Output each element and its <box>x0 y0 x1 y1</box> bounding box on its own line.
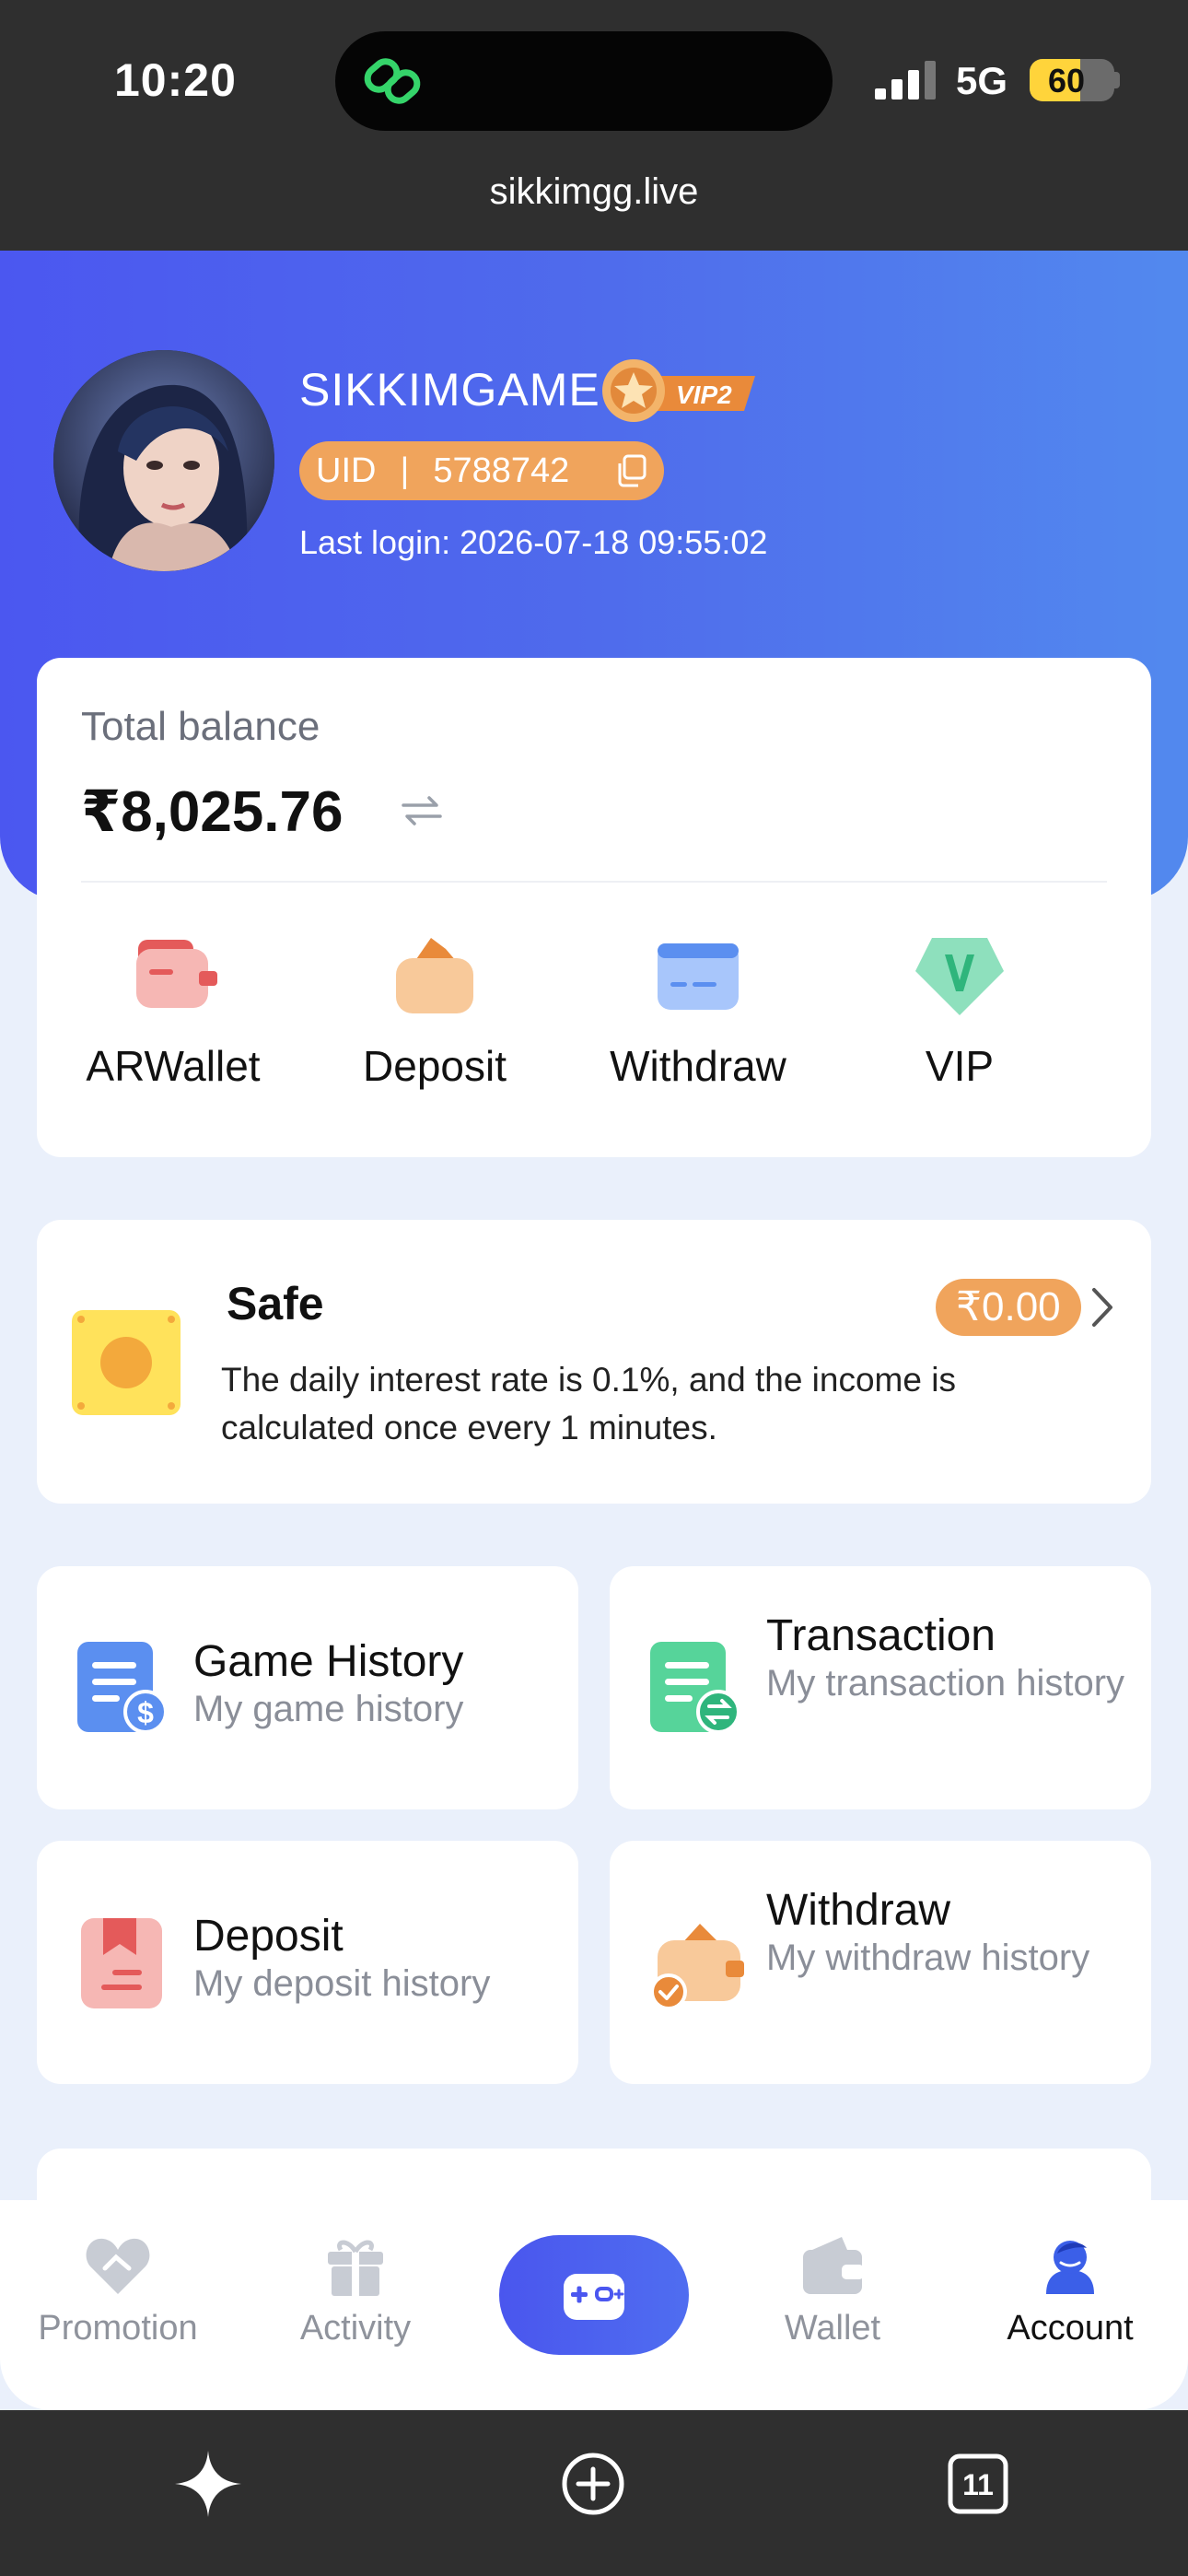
nav-account[interactable]: Account <box>960 2233 1181 2348</box>
dynamic-island <box>335 31 833 131</box>
withdraw-history-card[interactable]: Withdraw My withdraw history <box>610 1841 1151 2084</box>
balance-divider <box>81 881 1107 883</box>
quick-action-withdraw[interactable]: Withdraw <box>569 934 827 1091</box>
uid-label: UID <box>316 451 377 490</box>
quick-action-vip[interactable]: VIP <box>831 934 1089 1091</box>
gamepad-icon <box>564 2274 624 2320</box>
transaction-history-title: Transaction <box>766 1611 996 1660</box>
quick-action-arwallet[interactable]: ARWallet <box>44 934 302 1091</box>
deposit-icon <box>396 938 473 1013</box>
sparkle-icon[interactable] <box>171 2447 245 2521</box>
withdraw-history-icon <box>650 1924 744 2010</box>
game-history-icon: $ <box>77 1642 168 1734</box>
last-login-text: Last login: 2026-07-18 09:55:02 <box>299 523 768 561</box>
battery-icon: 60 <box>1030 59 1114 101</box>
vip-level-badge: VIP2 <box>602 359 755 422</box>
deposit-history-icon <box>81 1918 162 2008</box>
uid-separator: | <box>400 451 410 490</box>
quick-action-label: VIP <box>925 1042 995 1090</box>
quick-action-label: Deposit <box>363 1042 507 1090</box>
refresh-icon[interactable] <box>396 789 448 833</box>
safe-description: The daily interest rate is 0.1%, and the… <box>221 1361 956 1446</box>
battery-tip <box>1114 72 1120 88</box>
total-balance-value: ₹8,025.76 <box>81 780 344 844</box>
avatar-image <box>53 350 274 571</box>
balance-card: Total balance ₹8,025.76 ARWallet Deposit <box>37 658 1151 1157</box>
game-history-title: Game History <box>193 1637 464 1686</box>
total-balance-label: Total balance <box>81 704 320 749</box>
deposit-history-card[interactable]: Deposit My deposit history <box>37 1841 578 2084</box>
address-bar-url[interactable]: sikkimgg.live <box>0 171 1188 213</box>
vip-icon <box>915 938 1004 1015</box>
nav-activity[interactable]: Activity <box>245 2233 466 2348</box>
transaction-history-icon <box>650 1642 740 1734</box>
app-viewport: SIKKIMGAME VIP2 UID | 5788742 Last login… <box>0 251 1188 2410</box>
tabs-icon[interactable]: 11 <box>941 2447 1015 2521</box>
safe-title: Safe <box>227 1278 324 1329</box>
uid-pill[interactable]: UID | 5788742 <box>299 441 664 500</box>
withdraw-history-title: Withdraw <box>766 1886 951 1935</box>
copy-icon[interactable] <box>616 454 647 487</box>
nav-wallet[interactable]: Wallet <box>722 2233 943 2348</box>
deposit-history-subtitle: My deposit history <box>193 1963 491 2004</box>
browser-top-bar: 10:20 5G 60 sikkimgg.live <box>0 0 1188 251</box>
new-tab-icon[interactable] <box>556 2447 630 2521</box>
nav-label: Account <box>1007 2309 1134 2348</box>
quick-action-label: ARWallet <box>86 1042 261 1090</box>
avatar[interactable] <box>53 350 274 571</box>
withdraw-history-subtitle: My withdraw history <box>766 1938 1090 1978</box>
game-history-subtitle: My game history <box>193 1689 464 1729</box>
safe-icon <box>72 1310 181 1415</box>
bottom-navigation: Promotion Activity Wallet Account <box>0 2200 1188 2410</box>
nav-game-button[interactable] <box>499 2235 689 2355</box>
transaction-history-card[interactable]: Transaction My transaction history <box>610 1566 1151 1809</box>
status-time: 10:20 <box>114 54 237 106</box>
vip-badge-text: VIP2 <box>676 381 732 409</box>
tabs-count: 11 <box>962 2468 994 2501</box>
uid-value: 5788742 <box>433 451 570 490</box>
account-icon <box>1046 2241 1094 2294</box>
nav-label: Wallet <box>784 2309 881 2348</box>
gift-icon <box>328 2240 383 2296</box>
game-history-card[interactable]: $ Game History My game history <box>37 1566 578 1809</box>
link-chain-icon <box>364 58 421 104</box>
network-type: 5G <box>956 59 1008 102</box>
transaction-history-subtitle: My transaction history <box>766 1663 1125 1704</box>
nav-promotion[interactable]: Promotion <box>7 2233 228 2348</box>
wallet-icon <box>803 2237 864 2294</box>
arwallet-icon <box>136 940 217 1008</box>
nav-label: Activity <box>299 2309 412 2348</box>
username: SIKKIMGAME <box>299 364 600 416</box>
battery-level: 60 <box>1047 62 1086 100</box>
deposit-history-title: Deposit <box>193 1912 344 1961</box>
chevron-right-icon[interactable] <box>1089 1286 1116 1329</box>
svg-text:$: $ <box>137 1696 154 1729</box>
cellular-signal-icon <box>875 61 936 100</box>
nav-label: Promotion <box>38 2309 198 2348</box>
promotion-icon <box>86 2238 150 2294</box>
safe-card[interactable]: Safe ₹0.00 The daily interest rate is 0.… <box>37 1220 1151 1504</box>
quick-action-deposit[interactable]: Deposit <box>306 934 564 1091</box>
withdraw-icon <box>658 943 739 1010</box>
quick-action-label: Withdraw <box>610 1042 786 1090</box>
safe-amount-badge: ₹0.00 <box>936 1279 1081 1336</box>
